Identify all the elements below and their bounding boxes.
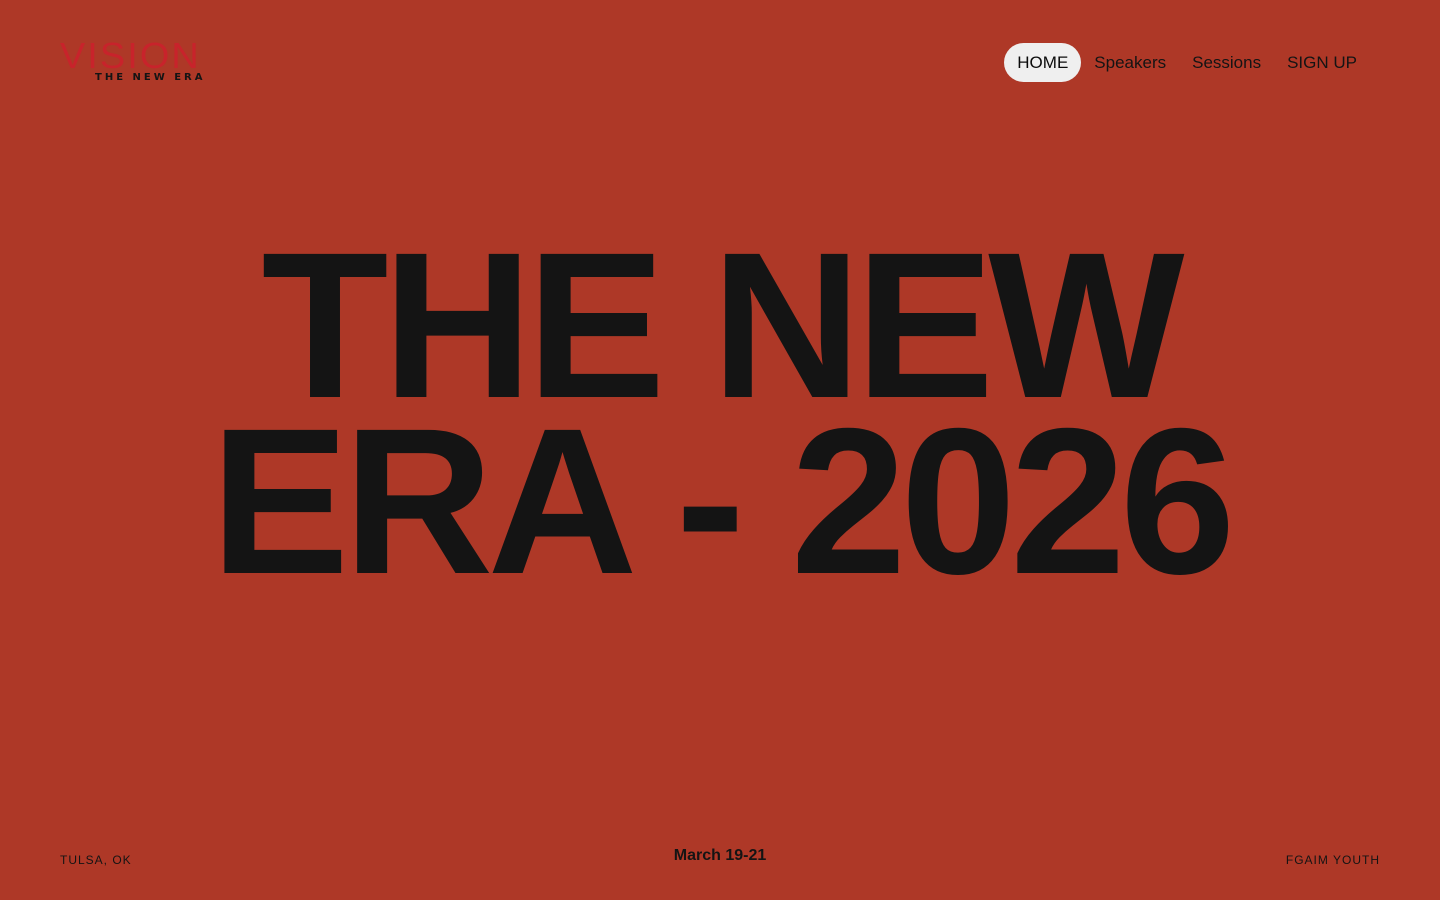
nav-sign-up[interactable]: SIGN UP — [1274, 43, 1370, 82]
event-dates: March 19-21 — [673, 847, 767, 864]
main-nav: HOME Speakers Sessions SIGN UP — [1004, 43, 1370, 82]
nav-sessions[interactable]: Sessions — [1179, 43, 1274, 82]
hero: THE NEW ERA - 2026 — [0, 222, 1440, 618]
logo[interactable]: VISION THE NEW ERA — [60, 38, 215, 90]
logo-wordmark: VISION — [60, 35, 201, 76]
hero-title-line-2: ERA - 2026 — [210, 386, 1236, 618]
logo-tagline: THE NEW ERA — [95, 72, 206, 83]
nav-home[interactable]: HOME — [1004, 43, 1082, 82]
event-organizer: FGAIM YOUTH — [1285, 853, 1380, 867]
site-header: VISION THE NEW ERA HOME Speakers Session… — [0, 0, 1440, 125]
nav-speakers[interactable]: Speakers — [1081, 43, 1179, 82]
